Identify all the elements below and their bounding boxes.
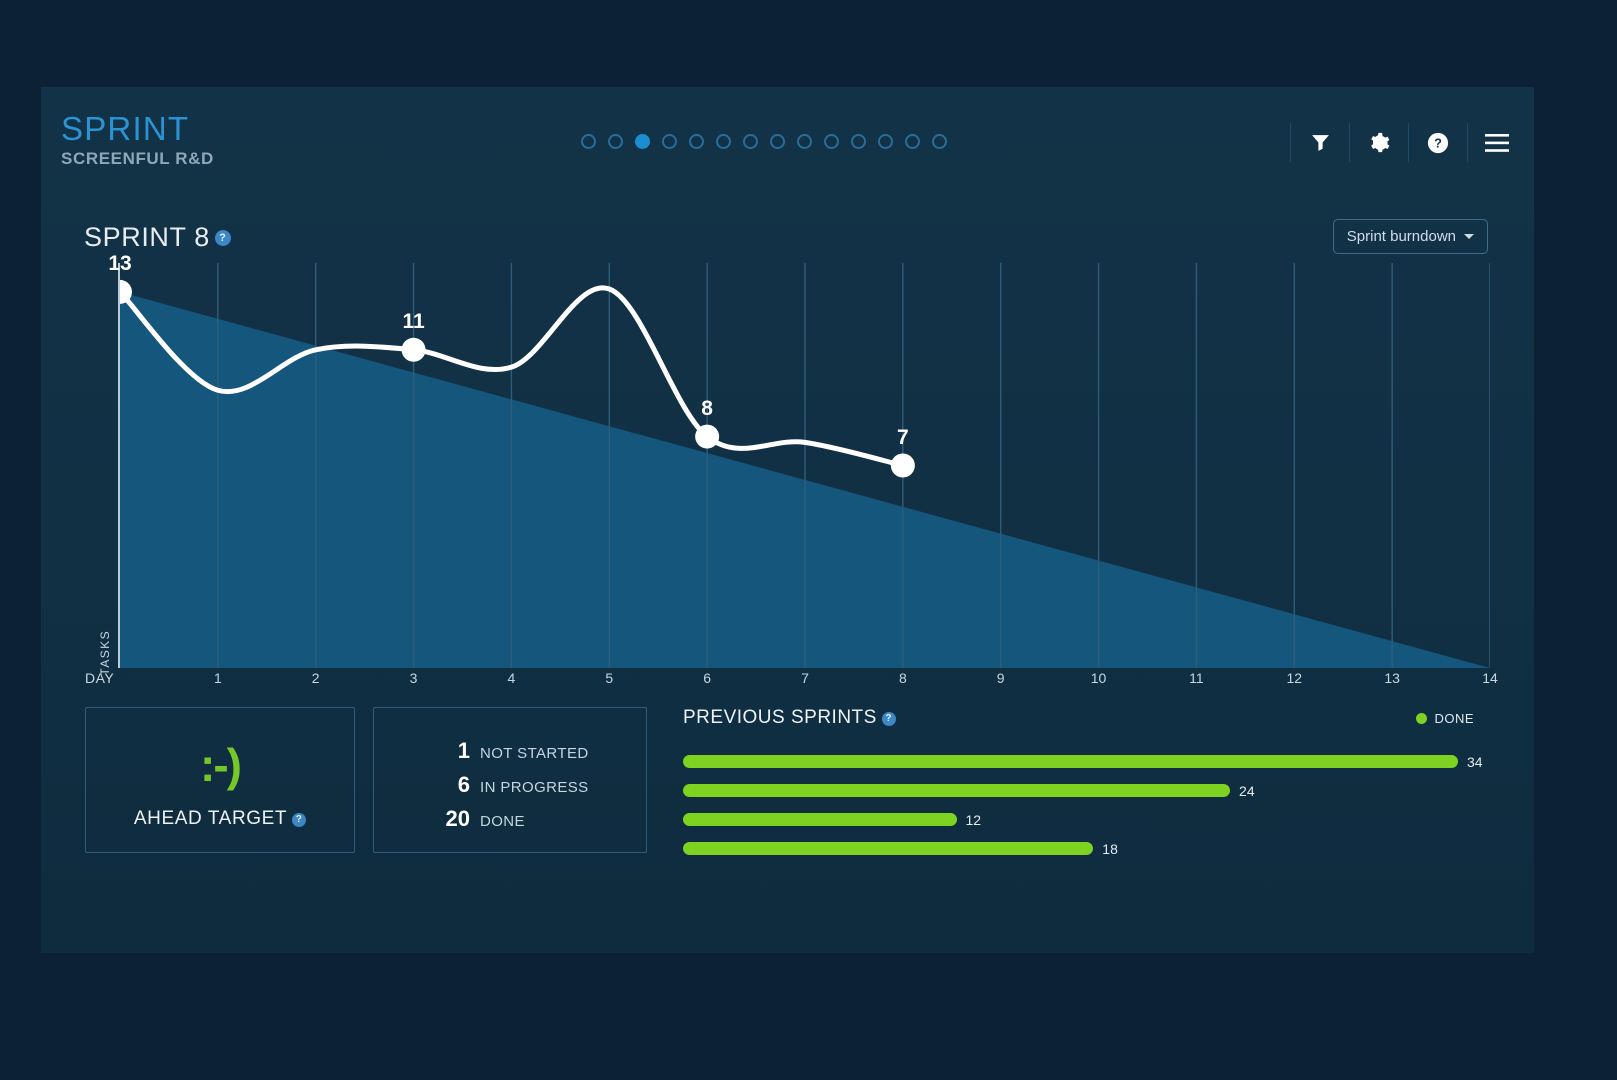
previous-sprints-section: PREVIOUS SPRINTS? DONE 34 24 12 18 bbox=[683, 707, 1490, 863]
pagination-dot[interactable] bbox=[689, 134, 704, 149]
task-stats-card: 1 NOT STARTED 6 IN PROGRESS 20 DONE bbox=[373, 707, 647, 853]
mood-label-text: AHEAD TARGET bbox=[133, 808, 288, 829]
previous-sprints-title-wrap: PREVIOUS SPRINTS? bbox=[683, 707, 896, 728]
data-point-marker bbox=[695, 424, 720, 449]
stat-label: IN PROGRESS bbox=[480, 779, 589, 796]
pagination-dot[interactable] bbox=[824, 134, 839, 149]
pagination-dot[interactable] bbox=[932, 134, 947, 149]
y-axis-label: TASKS bbox=[98, 629, 112, 675]
legend-dot-done bbox=[1416, 713, 1428, 724]
stat-label: NOT STARTED bbox=[480, 745, 589, 762]
pagination-dot[interactable] bbox=[662, 134, 677, 149]
stat-row: 20 DONE bbox=[426, 806, 646, 832]
previous-sprints-header: PREVIOUS SPRINTS? DONE bbox=[683, 707, 1490, 741]
page-title: SPRINT 8? bbox=[84, 222, 231, 253]
mood-card: :-) AHEAD TARGET? bbox=[85, 707, 355, 853]
previous-sprints-title: PREVIOUS SPRINTS bbox=[683, 707, 877, 728]
plot-area bbox=[120, 263, 1490, 668]
chart-type-dropdown-label: Sprint burndown bbox=[1346, 228, 1456, 245]
x-axis-tick: 4 bbox=[507, 670, 516, 686]
x-axis-title: DAY bbox=[85, 670, 115, 686]
gear-icon[interactable] bbox=[1350, 115, 1408, 170]
x-axis: DAY 1 2 3 4 5 6 7 8 9 10 11 12 13 14 bbox=[85, 668, 1498, 693]
help-icon[interactable]: ? bbox=[1409, 115, 1467, 170]
app-header: SPRINT SCREENFUL R&D ? bbox=[41, 87, 1534, 197]
stat-count: 6 bbox=[457, 772, 470, 797]
pagination-dot[interactable] bbox=[743, 134, 758, 149]
chart-help-icon[interactable]: ? bbox=[214, 230, 231, 246]
chevron-down-icon bbox=[1464, 234, 1474, 239]
sprint-bar-row: 34 bbox=[683, 747, 1490, 776]
stat-row: 1 NOT STARTED bbox=[426, 738, 646, 764]
logo-subtitle: SCREENFUL R&D bbox=[61, 149, 214, 168]
x-axis-tick: 8 bbox=[898, 670, 907, 686]
mood-face: :-) bbox=[200, 739, 242, 791]
burndown-chart: TASKS DAY 1 2 3 4 5 6 7 8 9 10 11 12 13 14 13 11 8 7 bbox=[85, 252, 1498, 693]
sprint-bar[interactable] bbox=[683, 813, 957, 826]
x-axis-tick: 7 bbox=[801, 670, 809, 686]
x-axis-tick: 5 bbox=[605, 670, 614, 686]
x-axis-tick: 6 bbox=[703, 670, 712, 686]
x-axis-tick: 10 bbox=[1090, 670, 1107, 686]
dashboard-panel: SPRINT SCREENFUL R&D ? SPRINT 8? Sprint … bbox=[41, 87, 1534, 953]
pagination-dot[interactable] bbox=[716, 134, 731, 149]
chart-title-text: SPRINT 8 bbox=[84, 222, 210, 252]
sprint-bar[interactable] bbox=[683, 755, 1458, 768]
sprint-bar-row: 24 bbox=[683, 776, 1490, 805]
data-point-label: 11 bbox=[402, 309, 425, 333]
pagination-dot[interactable] bbox=[905, 134, 920, 149]
x-axis-tick: 2 bbox=[311, 670, 320, 686]
x-axis-tick: 13 bbox=[1384, 670, 1400, 686]
stat-label: DONE bbox=[480, 813, 525, 830]
filter-icon[interactable] bbox=[1291, 115, 1349, 170]
data-point-label: 13 bbox=[108, 251, 132, 275]
stat-count: 1 bbox=[457, 738, 470, 763]
stat-count: 20 bbox=[445, 806, 470, 831]
chart-type-dropdown[interactable]: Sprint burndown bbox=[1332, 219, 1488, 254]
previous-sprints-bars: 34 24 12 18 bbox=[683, 747, 1490, 863]
x-axis-tick: 9 bbox=[996, 670, 1005, 686]
mood-label: AHEAD TARGET? bbox=[86, 808, 354, 830]
sprint-bar[interactable] bbox=[683, 842, 1094, 855]
legend: DONE bbox=[1416, 711, 1474, 726]
header-actions: ? bbox=[1290, 115, 1526, 170]
sprint-bar[interactable] bbox=[683, 784, 1231, 797]
pagination-dot[interactable] bbox=[770, 134, 785, 149]
sprint-bar-value: 18 bbox=[1102, 840, 1118, 857]
x-axis-tick: 1 bbox=[213, 670, 222, 686]
sprint-bar-value: 24 bbox=[1239, 782, 1255, 799]
mood-help-icon[interactable]: ? bbox=[292, 813, 307, 827]
logo: SPRINT SCREENFUL R&D bbox=[61, 112, 214, 170]
logo-title: SPRINT bbox=[61, 110, 190, 147]
chart-header: SPRINT 8? Sprint burndown bbox=[41, 207, 1534, 263]
data-point-marker bbox=[890, 453, 915, 478]
previous-sprints-help-icon[interactable]: ? bbox=[881, 712, 896, 726]
stat-row: 6 IN PROGRESS bbox=[426, 772, 646, 798]
svg-text:?: ? bbox=[1434, 135, 1442, 150]
x-axis-tick: 12 bbox=[1286, 670, 1303, 686]
sprint-bar-row: 12 bbox=[683, 805, 1490, 834]
pagination-dot[interactable] bbox=[851, 134, 866, 149]
data-point-marker bbox=[401, 337, 426, 362]
x-axis-tick: 11 bbox=[1189, 670, 1204, 686]
pagination-dot[interactable] bbox=[581, 134, 596, 149]
legend-label-done: DONE bbox=[1434, 711, 1474, 726]
data-point-label: 8 bbox=[701, 396, 713, 420]
sprint-bar-value: 34 bbox=[1467, 753, 1483, 770]
x-axis-tick: 14 bbox=[1482, 670, 1498, 686]
summary-section: :-) AHEAD TARGET? 1 NOT STARTED 6 IN PROGRE… bbox=[85, 707, 1490, 897]
pagination-dot[interactable] bbox=[878, 134, 893, 149]
x-axis-tick: 3 bbox=[409, 670, 418, 686]
sprint-pagination-dots[interactable] bbox=[581, 134, 947, 149]
pagination-dot[interactable] bbox=[635, 134, 650, 149]
pagination-dot[interactable] bbox=[608, 134, 623, 149]
hamburger-icon[interactable] bbox=[1468, 115, 1526, 170]
sprint-bar-value: 12 bbox=[965, 811, 982, 828]
sprint-bar-row: 18 bbox=[683, 834, 1490, 863]
data-point-label: 7 bbox=[897, 425, 909, 449]
pagination-dot[interactable] bbox=[797, 134, 812, 149]
